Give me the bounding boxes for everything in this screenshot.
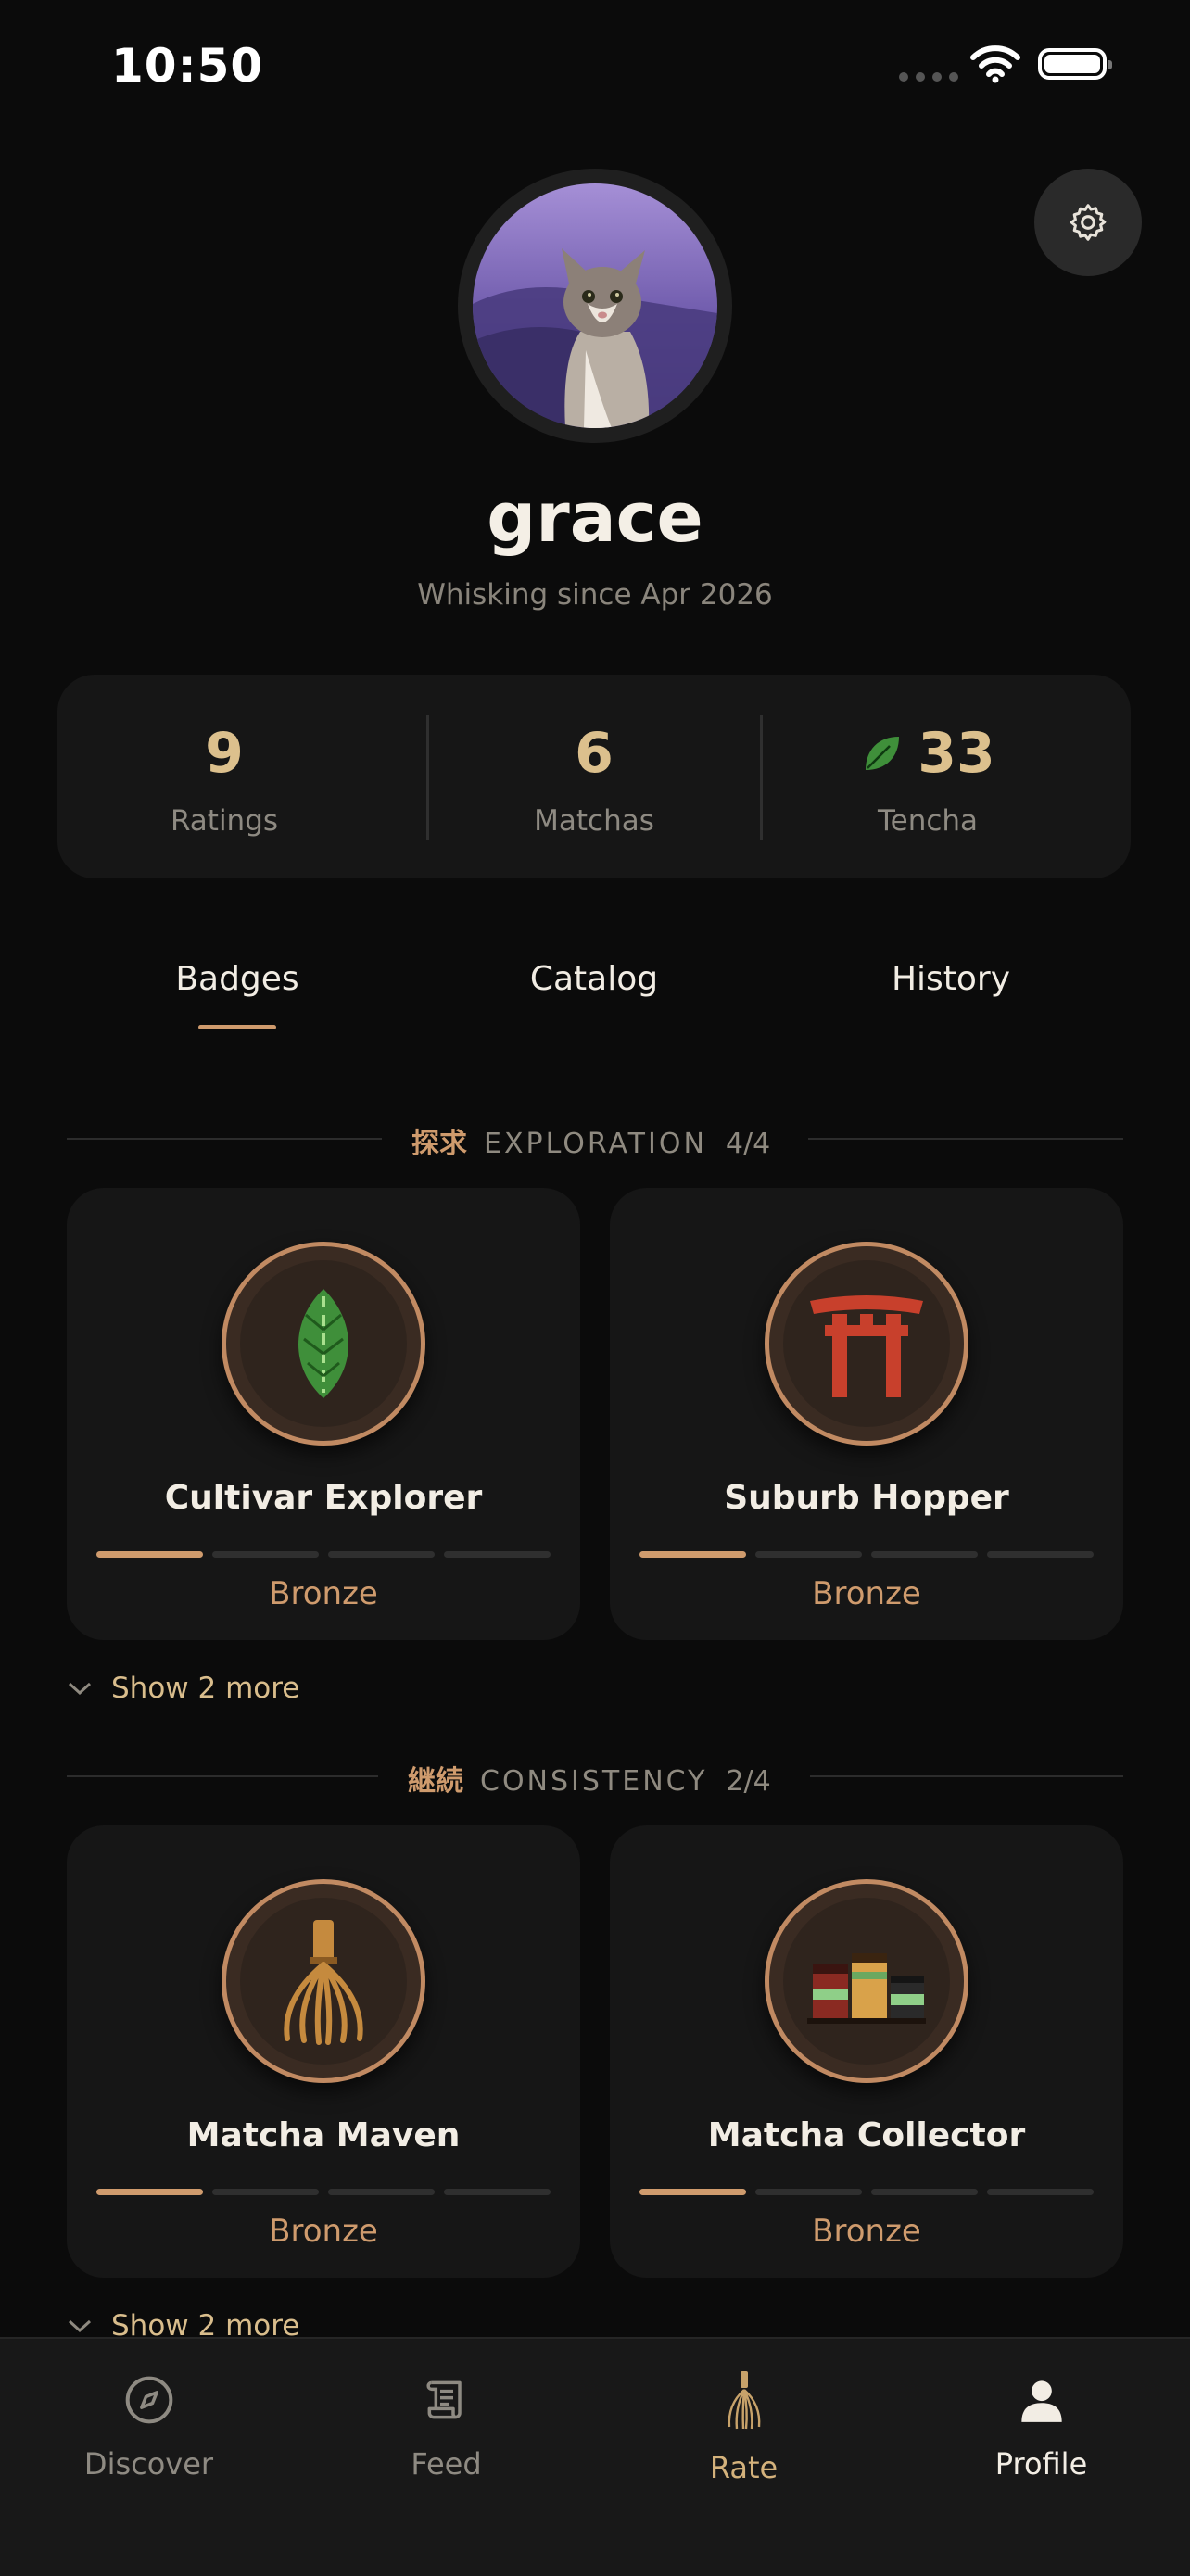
avatar[interactable] — [473, 183, 717, 428]
status-time: 10:50 — [111, 39, 264, 93]
whisk-icon — [284, 1920, 363, 2045]
nav-label: Feed — [411, 2446, 482, 2481]
person-icon — [1020, 2380, 1062, 2422]
section-count: 4/4 — [725, 1128, 771, 1160]
badge-tier: Bronze — [269, 2213, 378, 2250]
section-title: EXPLORATION — [484, 1128, 707, 1160]
badge-name: Cultivar Explorer — [164, 1479, 483, 1517]
stat-value: 9 — [205, 721, 244, 786]
tencha-count: 33 — [918, 721, 995, 786]
section-title: CONSISTENCY — [480, 1765, 708, 1798]
chevron-down-icon — [68, 2319, 92, 2333]
nav-label: Profile — [994, 2446, 1088, 2481]
nav-label: Rate — [709, 2450, 779, 2485]
badge-medal — [222, 1879, 425, 2083]
divider — [67, 1775, 378, 1777]
badge-name: Matcha Collector — [707, 2116, 1026, 2154]
leaf-icon — [866, 737, 900, 770]
nav-profile[interactable]: Profile — [892, 2339, 1190, 2524]
badge-card-matcha-maven[interactable]: Matcha Maven Bronze — [67, 1825, 580, 2278]
show-more-exploration[interactable]: Show 2 more — [67, 1672, 299, 1705]
badge-tier: Bronze — [812, 2213, 921, 2250]
show-more-label: Show 2 more — [111, 1672, 300, 1705]
badge-card-matcha-collector[interactable]: Matcha Collector Bronze — [610, 1825, 1123, 2278]
profile-member-since: Whisking since Apr 2026 — [417, 578, 773, 612]
badge-medal — [222, 1242, 425, 1446]
bottom-nav: Discover Feed Rate Profile — [0, 2337, 1190, 2576]
section-kanji: 探求 — [411, 1128, 467, 1160]
badge-progress — [639, 1551, 1094, 1558]
settings-button[interactable] — [1034, 169, 1142, 276]
section-header-exploration: 探求 EXPLORATION 4/4 — [411, 1120, 770, 1161]
torii-gate-icon — [810, 1295, 923, 1397]
section-count: 2/4 — [726, 1765, 771, 1798]
tab-history[interactable]: History — [812, 960, 1090, 998]
nav-discover[interactable]: Discover — [0, 2339, 298, 2524]
nav-feed[interactable]: Feed — [298, 2339, 595, 2524]
badge-tier: Bronze — [812, 1575, 921, 1612]
divider — [810, 1775, 1123, 1777]
chevron-down-icon — [68, 1682, 92, 1696]
badge-medal — [765, 1879, 968, 2083]
tab-catalog[interactable]: Catalog — [455, 960, 733, 998]
badge-progress — [639, 2189, 1094, 2195]
scroll-icon — [425, 2380, 462, 2419]
divider — [808, 1138, 1123, 1140]
tea-leaf-icon — [298, 1289, 349, 1398]
divider — [67, 1138, 382, 1140]
stat-value: 33 — [761, 721, 1095, 786]
gear-icon — [1070, 204, 1107, 241]
stat-value: 6 — [575, 721, 614, 786]
badge-card-cultivar-explorer[interactable]: Cultivar Explorer Bronze — [67, 1188, 580, 1640]
badge-name: Suburb Hopper — [724, 1479, 1009, 1517]
cellular-signal-icon — [899, 72, 958, 82]
badge-progress — [96, 2189, 551, 2195]
stat-ratings[interactable]: 9 Ratings — [57, 675, 391, 878]
stat-label: Ratings — [170, 804, 279, 838]
section-kanji: 継続 — [408, 1765, 463, 1798]
whisk-icon — [728, 2371, 760, 2430]
badge-tier: Bronze — [269, 1575, 378, 1612]
active-tab-indicator — [198, 1025, 276, 1029]
section-header-consistency: 継続 CONSISTENCY 2/4 — [408, 1758, 771, 1799]
badge-progress — [96, 1551, 551, 1558]
stat-label: Matchas — [534, 804, 654, 838]
wifi-icon — [969, 43, 1021, 87]
compass-icon — [125, 2376, 172, 2424]
badge-card-suburb-hopper[interactable]: Suburb Hopper Bronze — [610, 1188, 1123, 1640]
tab-badges[interactable]: Badges — [98, 960, 376, 998]
stat-matchas[interactable]: 6 Matchas — [427, 675, 761, 878]
stat-label: Tencha — [877, 804, 979, 838]
nav-label: Discover — [83, 2446, 214, 2481]
profile-username: grace — [487, 478, 703, 558]
badge-name: Matcha Maven — [186, 2116, 461, 2154]
stat-tencha[interactable]: 33 Tencha — [761, 675, 1095, 878]
battery-icon — [1038, 48, 1112, 80]
stats-panel: 9 Ratings 6 Matchas 33 Tencha — [57, 675, 1131, 878]
tins-icon — [807, 1953, 926, 2024]
nav-rate[interactable]: Rate — [595, 2339, 892, 2524]
badge-medal — [765, 1242, 968, 1446]
